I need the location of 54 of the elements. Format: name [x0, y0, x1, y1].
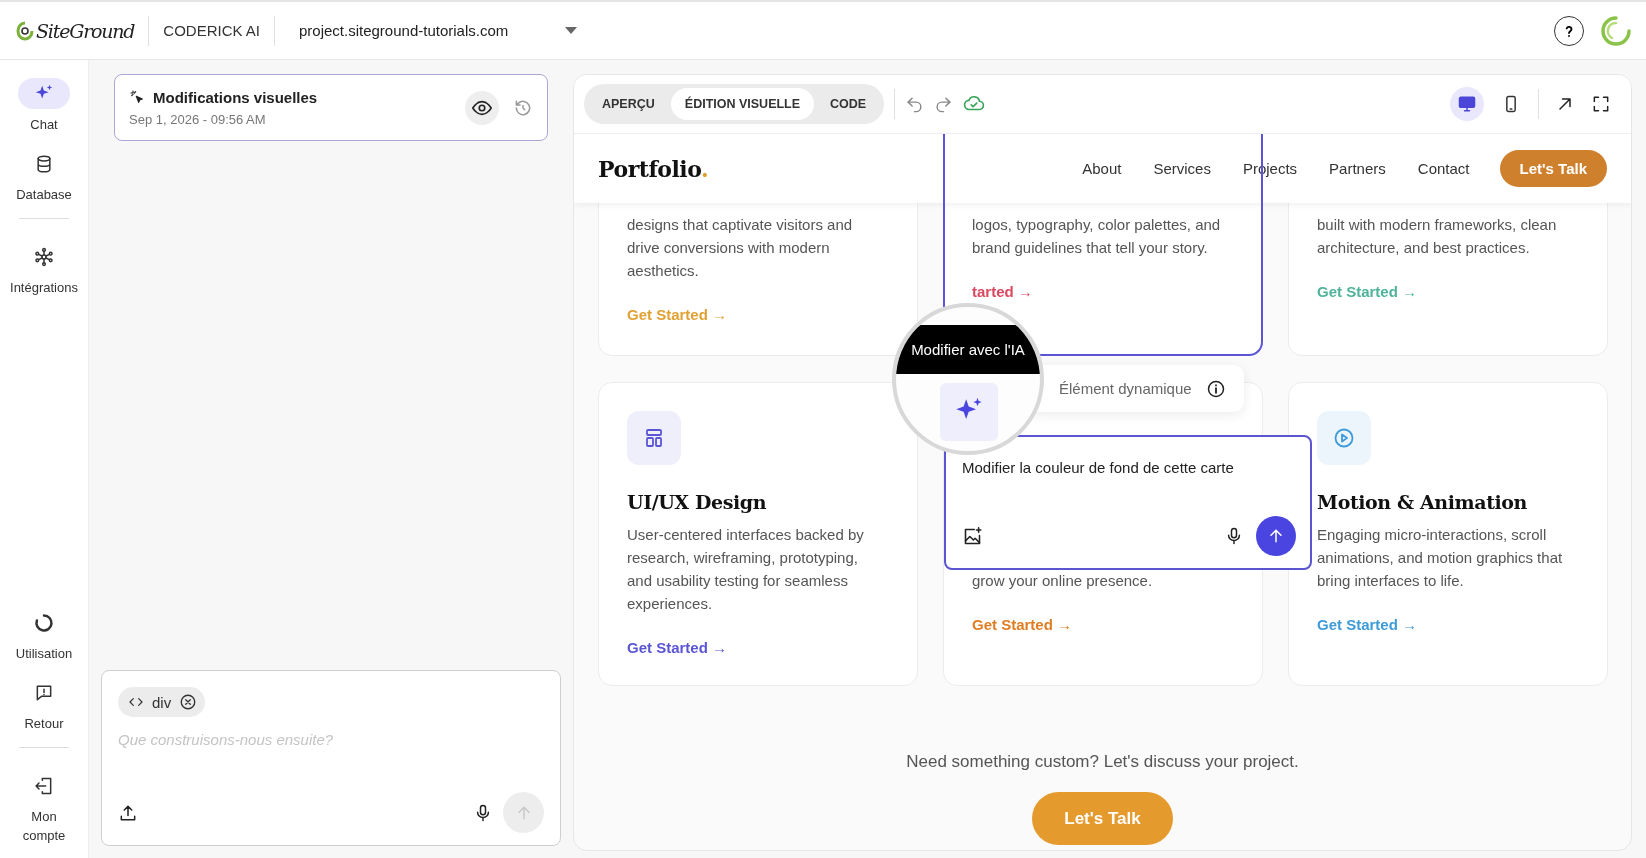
- get-started-link[interactable]: Get Started →: [627, 639, 728, 656]
- element-chip[interactable]: div: [118, 687, 206, 717]
- get-started-link[interactable]: tarted →: [972, 283, 1033, 300]
- tooltip-text: Modifier avec l'IA: [896, 325, 1040, 374]
- history-card[interactable]: Modifications visuelles Sep 1, 2026 - 09:56 AM: [114, 74, 548, 141]
- card-title: Motion & Animation: [1317, 491, 1528, 513]
- desktop-icon: [1457, 94, 1477, 114]
- info-icon: [1205, 378, 1226, 399]
- card-description: built with modern frameworks, clean architecture, and best practices.: [1317, 215, 1558, 258]
- view-tab[interactable]: APERÇU: [588, 88, 669, 120]
- cursor-click-icon: [129, 89, 145, 105]
- card-description: designs that captivate visitors and drive conversions with modern aesthetics.: [627, 215, 854, 281]
- prompt-input[interactable]: Modifier la couleur de fond de cette carte: [962, 459, 1296, 476]
- nav-link[interactable]: Contact: [1417, 160, 1470, 177]
- device-button[interactable]: [1450, 87, 1484, 121]
- card-description: User-centered interfaces backed by research, wireframing, prototyping, and usability testing for seamless experiences.: [627, 525, 865, 614]
- card-title: UI/UX Design: [627, 491, 767, 513]
- loading-icon: [1600, 14, 1632, 47]
- nav-link[interactable]: Services: [1153, 160, 1211, 177]
- card-description: logos, typography, color palettes, and brand guidelines that tell your story.: [972, 215, 1222, 258]
- cta-text: Need something custom? Let's discuss your project.: [906, 752, 1299, 772]
- network-icon: [34, 246, 54, 267]
- preview-button[interactable]: [465, 90, 499, 125]
- nav-link[interactable]: Partners: [1329, 160, 1386, 177]
- add-image-button[interactable]: [962, 525, 983, 547]
- fullscreen-icon: [1591, 94, 1611, 114]
- history-title: Modifications visuelles: [153, 88, 318, 106]
- caret-icon[interactable]: [565, 26, 577, 35]
- logout-icon: [34, 775, 54, 796]
- sidebar-item[interactable]: Database: [4, 148, 84, 204]
- message-input[interactable]: Que construisons-nous ensuite?: [118, 731, 544, 748]
- badge-label: Élément dynamique: [1059, 380, 1192, 397]
- remove-icon: [179, 693, 198, 711]
- progress-ring-icon: [34, 612, 54, 633]
- database-icon: [34, 153, 54, 174]
- image-icon: [962, 525, 983, 547]
- fullscreen-button[interactable]: [1591, 94, 1611, 114]
- history-date: Sep 1, 2026 - 09:56 AM: [129, 111, 267, 127]
- sidebar-item[interactable]: Utilisation: [4, 607, 84, 663]
- ai-edit-button[interactable]: [940, 383, 998, 441]
- view-tab[interactable]: CODE: [816, 88, 881, 120]
- logo[interactable]: SiteGround: [16, 19, 135, 42]
- sidebar-item[interactable]: Chat: [4, 78, 84, 134]
- product-name: CODERICK AI: [163, 22, 260, 39]
- view-tab[interactable]: ÉDITION VISUELLE: [670, 88, 815, 120]
- nav-link[interactable]: About: [1082, 160, 1122, 177]
- sidebar-item[interactable]: Retour: [4, 677, 84, 733]
- sidebar-item[interactable]: Intégrations: [4, 241, 84, 297]
- card-description: grow your online presence.: [972, 571, 1153, 591]
- send-button[interactable]: [1256, 516, 1296, 556]
- sidebar-item[interactable]: Mon compte: [14, 770, 74, 845]
- site-logo[interactable]: Portfolio.: [598, 155, 709, 182]
- project-selector[interactable]: project.siteground-tutorials.com: [299, 22, 561, 39]
- card-description: Engaging micro-interactions, scroll animations, and motion graphics that bring interfaces to life.: [1317, 525, 1564, 591]
